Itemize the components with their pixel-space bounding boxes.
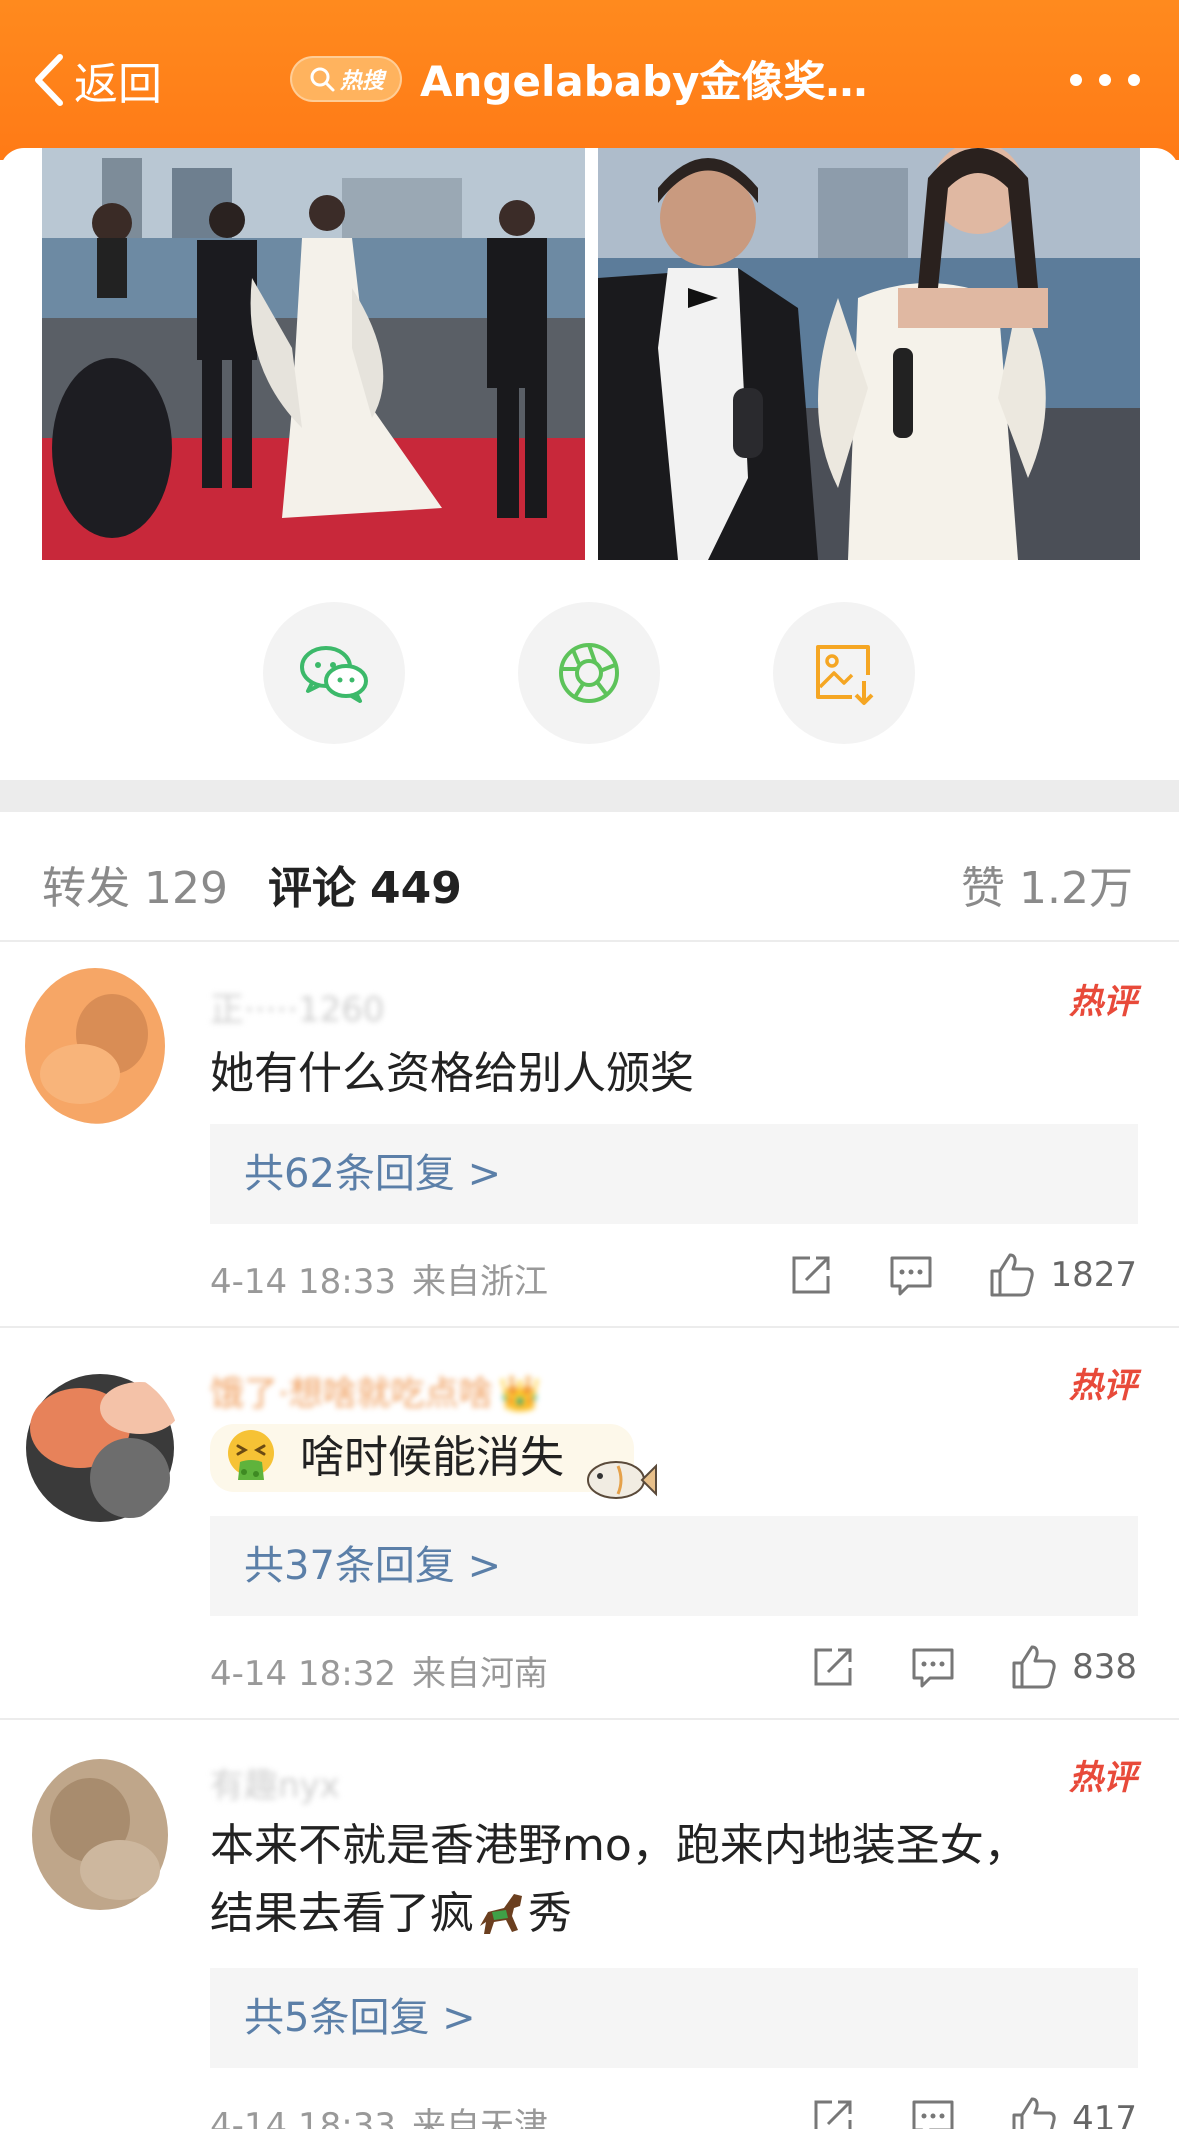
blurred-avatar-image xyxy=(20,1368,180,1528)
comment-item: 正·····1260 热评 她有什么资格给别人颁奖 共62条回复 > 4-14 … xyxy=(0,944,1179,1328)
comment-text-container: 本来不就是香港野mo，跑来内地装圣女， 结果去看了疯 秀 xyxy=(210,1812,1130,1948)
comment-location: 来自天津 xyxy=(411,2106,548,2129)
fish-sticker-icon xyxy=(587,1461,657,1499)
hot-comment-tag: 热评 xyxy=(1069,1758,1137,1798)
reply-comment-icon[interactable] xyxy=(910,1644,956,1690)
tab-repost-count: 129 xyxy=(144,863,228,914)
tab-like[interactable]: 赞 1.2万 xyxy=(961,852,1133,916)
view-replies-link[interactable]: 共62条回复 > xyxy=(210,1124,1138,1224)
hot-search-label: 热搜 xyxy=(339,69,384,94)
back-label: 返回 xyxy=(74,59,162,110)
comment-text-part-b: 秀 xyxy=(528,1888,572,1939)
comment-time: 4-14 18:32 xyxy=(210,1654,396,1694)
tab-repost-label: 转发 xyxy=(42,863,130,914)
comment-actions: 1827 xyxy=(734,1250,1137,1300)
view-replies-link[interactable]: 共37条回复 > xyxy=(210,1516,1138,1616)
comment-item: 饿了·想啥就吃点啥 👑 热评 啥时候能消失 共37条回复 > 4-14 18:32… xyxy=(0,1328,1179,1720)
comment-text-line-2: 结果去看了疯 秀 xyxy=(210,1880,1130,1948)
comment-time: 4-14 18:33 xyxy=(210,2106,396,2129)
share-moments-button[interactable] xyxy=(518,602,660,744)
dot-icon xyxy=(1099,74,1111,86)
wechat-icon xyxy=(300,646,368,703)
more-options-button[interactable] xyxy=(1070,60,1140,100)
page-title: Angelababy金像奖… xyxy=(420,57,868,106)
thumbs-up-icon xyxy=(1012,1645,1056,1689)
share-out-icon[interactable] xyxy=(810,1644,856,1690)
comment-text-container: 啥时候能消失 xyxy=(210,1424,1130,1499)
avatar[interactable] xyxy=(20,1750,180,1910)
avatar[interactable] xyxy=(20,964,180,1124)
search-icon xyxy=(310,67,335,92)
reply-comment-icon[interactable] xyxy=(910,2096,956,2129)
reply-comment-icon[interactable] xyxy=(888,1252,934,1298)
chevron-left-icon xyxy=(35,54,63,106)
comment-item: 有趣nyx 热评 本来不就是香港野mo，跑来内地装圣女， 结果去看了疯 秀 共5… xyxy=(0,1720,1179,2129)
save-image-icon xyxy=(816,645,874,705)
comment-location: 来自河南 xyxy=(411,1654,548,1694)
comment-meta: 4-14 18:33 来自天津 xyxy=(210,2098,548,2129)
like-count: 838 xyxy=(1072,1647,1137,1687)
post-stats-tabs: 转发 129 评论 449 赞 1.2万 xyxy=(0,812,1179,942)
tab-like-count: 1.2万 xyxy=(1019,863,1133,914)
thumbs-up-icon xyxy=(990,1253,1035,1297)
tab-comment-label: 评论 xyxy=(268,863,356,914)
top-nav-bar: 返回 热搜 Angelababy金像奖… xyxy=(0,0,1179,160)
dot-icon xyxy=(1070,74,1082,86)
comment-meta: 4-14 18:32 来自河南 xyxy=(210,1646,548,1695)
tab-repost[interactable]: 转发 129 xyxy=(42,852,228,916)
red-carpet-closeup-photo xyxy=(598,148,1140,560)
like-count: 1827 xyxy=(1050,1255,1137,1295)
like-count: 417 xyxy=(1072,2099,1137,2129)
avatar[interactable] xyxy=(20,1368,180,1528)
like-button[interactable]: 838 xyxy=(1010,1643,1137,1691)
comment-actions: 417 xyxy=(756,2094,1137,2129)
like-button[interactable]: 1827 xyxy=(988,1251,1137,1299)
post-photo-2[interactable] xyxy=(598,148,1140,560)
comment-username-text: 饿了·想啥就吃点啥 xyxy=(210,1374,493,1414)
share-wechat-button[interactable] xyxy=(263,602,405,744)
like-button[interactable]: 417 xyxy=(1010,2095,1137,2129)
comment-location: 来自浙江 xyxy=(411,1262,548,1302)
tab-comment[interactable]: 评论 449 xyxy=(268,852,462,916)
crown-icon: 👑 xyxy=(498,1374,542,1414)
vomit-emoji-icon xyxy=(228,1430,274,1480)
comment-username[interactable]: 有趣nyx xyxy=(210,1758,340,1807)
dot-icon xyxy=(1128,74,1140,86)
blurred-avatar-image xyxy=(20,964,180,1124)
comment-text-part-a: 结果去看了疯 xyxy=(210,1888,474,1939)
horse-emoji-icon xyxy=(480,1894,522,1934)
red-carpet-photo xyxy=(42,148,585,560)
view-replies-link[interactable]: 共5条回复 > xyxy=(210,1968,1138,2068)
share-out-icon[interactable] xyxy=(788,1252,834,1298)
section-divider xyxy=(0,780,1179,812)
comment-username[interactable]: 正·····1260 xyxy=(210,982,385,1031)
tab-like-label: 赞 xyxy=(961,863,1006,914)
save-image-button[interactable] xyxy=(773,602,915,744)
share-out-icon[interactable] xyxy=(810,2096,856,2129)
thumbs-up-icon xyxy=(1012,2097,1056,2129)
comment-text: 啥时候能消失 xyxy=(300,1432,564,1483)
back-button[interactable]: 返回 xyxy=(30,48,162,112)
comment-meta: 4-14 18:33 来自浙江 xyxy=(210,1254,548,1303)
comment-text: 她有什么资格给别人颁奖 xyxy=(210,1048,694,1099)
hot-search-badge[interactable]: 热搜 xyxy=(290,56,402,102)
hot-comment-tag: 热评 xyxy=(1069,982,1137,1022)
comment-actions: 838 xyxy=(756,1642,1137,1692)
comment-time: 4-14 18:33 xyxy=(210,1262,396,1302)
comment-text-line-1: 本来不就是香港野mo，跑来内地装圣女， xyxy=(210,1820,1028,1871)
tab-comment-count: 449 xyxy=(370,863,462,914)
post-photo-1[interactable] xyxy=(42,148,585,560)
blurred-avatar-image xyxy=(20,1750,180,1910)
comment-username[interactable]: 饿了·想啥就吃点啥 👑 xyxy=(210,1366,541,1415)
moments-icon xyxy=(559,643,619,703)
hot-comment-tag: 热评 xyxy=(1069,1366,1137,1406)
comment-bubble: 啥时候能消失 xyxy=(210,1424,657,1499)
